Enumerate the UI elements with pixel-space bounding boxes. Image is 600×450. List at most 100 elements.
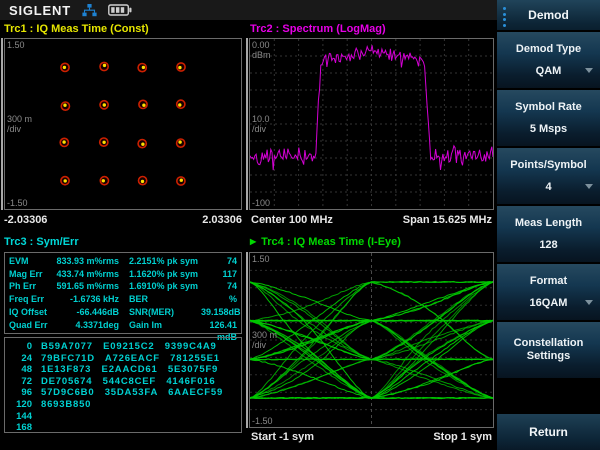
symerr-rms-value: 433.74 m%rms bbox=[56, 268, 119, 279]
hex-row-data: B59A7077 E09215C2 9399C4A9 bbox=[41, 341, 217, 352]
spectrum-plot[interactable]: 0.00 dBm 10.0/div -100 bbox=[246, 38, 494, 210]
constellation-symbol-dot bbox=[63, 103, 67, 107]
symerr-label: Freq Err bbox=[9, 294, 45, 305]
hex-row-index: 0 bbox=[26, 341, 32, 352]
symerr-peak-sym: % bbox=[228, 294, 237, 305]
span-readout: Span 15.625 MHz bbox=[402, 214, 492, 226]
hex-row-data: 1E13F873 E2AACD61 5E3075F9 bbox=[41, 364, 219, 376]
symerr-label: Mag Err bbox=[9, 268, 43, 279]
symerr-peak-value: 2.2151% pk sym bbox=[129, 256, 199, 266]
menu-item-format[interactable]: Format 16QAM bbox=[497, 264, 600, 320]
symerr-label: Ph Err bbox=[9, 281, 37, 292]
constellation-points bbox=[59, 61, 186, 186]
hex-row: 24 79BFC71D A726EACF 781255E1 bbox=[10, 353, 236, 365]
instrument-screen: SIGLENT Trc1 : IQ Meas Time (Const) Trc2… bbox=[0, 0, 600, 450]
trc4-title-text: Trc4 : IQ Meas Time (I-Eye) bbox=[261, 236, 401, 248]
return-button[interactable]: Return bbox=[497, 414, 600, 450]
symerr-row: Ph Err 591.65 m%rms 1.6910% pk sym 74 bbox=[9, 280, 237, 293]
constellation-symbol-dot bbox=[102, 103, 107, 107]
constellation-symbol-dot bbox=[62, 140, 66, 144]
active-trace-marker-icon: ▶ bbox=[250, 237, 257, 246]
menu-items: Demod Type QAM Symbol Rate 5 Msps Points/Sym… bbox=[497, 32, 600, 380]
menu-title: Demod bbox=[497, 0, 600, 30]
eye-diagram-plot[interactable]: 1.50 300 m/div -1.50 bbox=[246, 252, 494, 428]
symerr-row: IQ Offset -66.446dB SNR(MER) 39.158dB bbox=[9, 306, 241, 319]
grid-lines bbox=[250, 39, 493, 209]
constellation-symbol-dot bbox=[62, 65, 67, 70]
menu-item-label: Demod Type bbox=[515, 43, 582, 55]
trc4-bottom-label: -1.50 bbox=[252, 416, 273, 426]
trc4-ref-label: 1.50 bbox=[252, 254, 270, 264]
constellation-symbol-dot bbox=[141, 142, 145, 146]
hex-row-index: 144 bbox=[16, 410, 32, 422]
hex-row-index: 120 bbox=[16, 398, 32, 410]
trc1-xmin-readout: -2.03306 bbox=[4, 214, 48, 226]
constellation-symbol-dot bbox=[101, 179, 106, 183]
network-icon bbox=[82, 3, 97, 17]
trc2-bottom-label: -100 bbox=[252, 198, 271, 208]
spectrum-canvas bbox=[250, 39, 493, 209]
trc2-scale-label: 10.0/div bbox=[252, 113, 270, 134]
symbol-hex-table[interactable]: 0 B59A7077 E09215C2 9399C4A9 24 79BFC71D A7… bbox=[4, 337, 242, 433]
trc1-bottom-label: -1.50 bbox=[7, 198, 28, 208]
constellation-symbol-dot bbox=[102, 140, 106, 144]
trc2-ref-label: 0.00 dBm bbox=[252, 40, 271, 60]
hex-row: 0 B59A7077 E09215C2 9399C4A9 bbox=[10, 341, 236, 353]
symerr-peak-value: 1.6910% pk sym bbox=[129, 281, 199, 292]
constellation-plot[interactable]: 1.50 300 m/div -1.50 bbox=[1, 38, 242, 210]
symerr-peak-value: 1.1620% pk sym bbox=[129, 268, 199, 279]
eye-diagram-canvas bbox=[250, 253, 493, 427]
menu-item-value: 16QAM bbox=[529, 297, 568, 309]
symerr-peak-value: SNR(MER) bbox=[129, 306, 174, 317]
trc4-title: ▶ Trc4 : IQ Meas Time (I-Eye) bbox=[250, 236, 401, 248]
menu-item-meas-length[interactable]: Meas Length 128 bbox=[497, 206, 600, 262]
menu-grip-icon bbox=[503, 7, 506, 27]
menu-item-demod-type[interactable]: Demod Type QAM bbox=[497, 32, 600, 88]
symerr-table[interactable]: EVM 833.93 m%rms 2.2151% pk sym 74 Mag Err 43… bbox=[4, 252, 242, 342]
menu-item-value: 128 bbox=[539, 239, 558, 251]
menu-item-label: Format bbox=[529, 275, 568, 287]
hex-row-data: 79BFC71D A726EACF 781255E1 bbox=[41, 352, 220, 364]
symerr-row: Freq Err -1.6736 kHz BER% bbox=[9, 293, 237, 306]
menu-item-label: Symbol Rate bbox=[515, 101, 582, 113]
hex-row-index: 96 bbox=[21, 387, 32, 399]
hex-row: 96 57D9C6B0 35DA53FA 6AAECF59 bbox=[10, 387, 236, 399]
constellation-symbol-dot bbox=[141, 65, 146, 70]
symerr-peak-sym: 117 bbox=[222, 268, 237, 279]
hex-row-index: 72 bbox=[21, 375, 32, 387]
menu-item-label: Meas Length bbox=[514, 217, 583, 229]
trc1-xmax-readout: 2.03306 bbox=[202, 214, 242, 226]
hex-row: 72 DE705674 544C8CEF 4146F016 bbox=[10, 376, 236, 388]
trc1-scale-label: 300 m/div bbox=[7, 113, 33, 134]
symerr-peak-value: BER bbox=[129, 294, 149, 305]
menu-item-value: QAM bbox=[535, 65, 562, 77]
trc3-title: Trc3 : Sym/Err bbox=[4, 236, 79, 248]
constellation-symbol-dot bbox=[178, 103, 182, 107]
hex-row: 144 bbox=[10, 411, 236, 423]
hex-row-data: 8693B850 bbox=[41, 398, 92, 410]
menu-title-text: Demod bbox=[528, 8, 569, 22]
chevron-down-icon bbox=[585, 300, 593, 305]
hex-row-index: 168 bbox=[16, 422, 32, 434]
titlebar: SIGLENT bbox=[0, 0, 497, 20]
battery-icon bbox=[108, 4, 132, 16]
menu-item-value: 5 Msps bbox=[529, 123, 568, 135]
chevron-down-icon bbox=[585, 68, 593, 73]
constellation-symbol-dot bbox=[142, 103, 146, 107]
hex-row-data bbox=[41, 422, 236, 434]
symerr-label: EVM bbox=[9, 256, 29, 266]
hex-row-data bbox=[41, 411, 236, 423]
symerr-peak-sym: 74 bbox=[226, 256, 237, 266]
hex-row-index: 24 bbox=[21, 352, 32, 364]
constellation-symbol-dot bbox=[179, 178, 183, 182]
center-freq-readout: Center 100 MHz bbox=[251, 214, 333, 226]
hex-row: 168 bbox=[10, 422, 236, 434]
menu-item-points-symbol[interactable]: Points/Symbol 4 bbox=[497, 148, 600, 204]
menu-panel: Demod Demod Type QAM Symbol Rate 5 Msps Poin… bbox=[497, 0, 600, 450]
symerr-peak-sym: 39.158dB bbox=[201, 306, 241, 317]
menu-item-constellation-settings[interactable]: Constellation Settings bbox=[497, 322, 600, 378]
symerr-rms-value: -1.6736 kHz bbox=[69, 294, 119, 305]
trc4-scale-label: 300 m/div bbox=[252, 329, 278, 350]
symerr-row: EVM 833.93 m%rms 2.2151% pk sym 74 bbox=[9, 255, 237, 268]
menu-item-symbol-rate[interactable]: Symbol Rate 5 Msps bbox=[497, 90, 600, 146]
